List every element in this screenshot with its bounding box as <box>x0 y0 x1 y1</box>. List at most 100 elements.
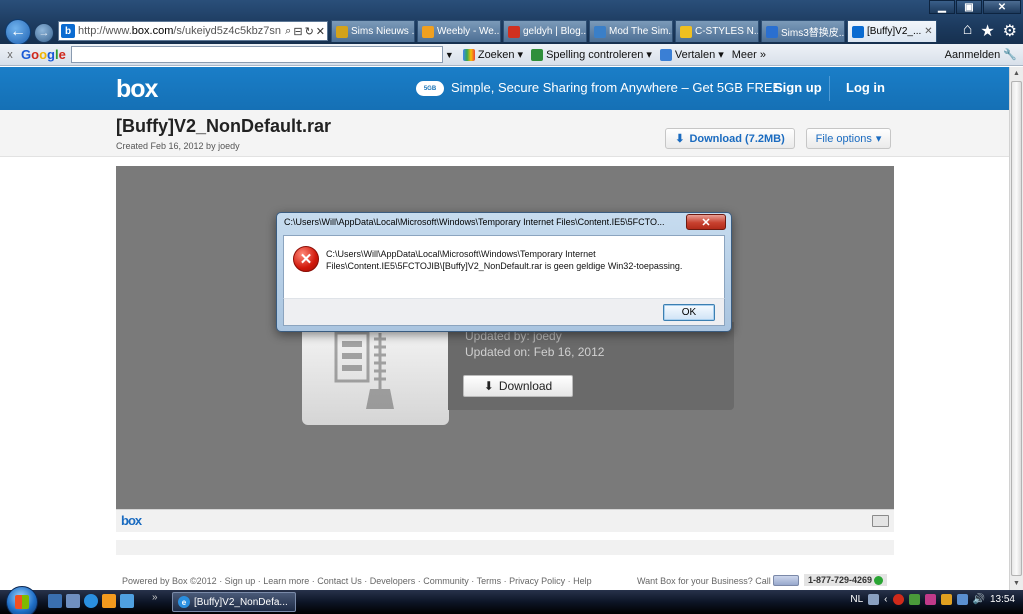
network-icon[interactable] <box>120 594 134 608</box>
tab-label: [Buffy]V2_... <box>867 26 922 37</box>
antivirus-icon[interactable] <box>924 594 936 605</box>
preview-footer: box <box>116 509 894 532</box>
start-button[interactable] <box>6 586 38 614</box>
stop-icon[interactable]: ✕ <box>316 25 325 38</box>
dialog-close-button[interactable]: ✕ <box>686 214 726 230</box>
network-icon[interactable] <box>956 594 968 605</box>
footer-links[interactable]: Powered by Box ©2012 · Sign up · Learn m… <box>122 576 592 586</box>
tab-favicon-icon <box>336 25 348 38</box>
tab-label: geldyh | Blog... <box>523 26 587 37</box>
spellcheck-icon <box>531 48 544 61</box>
spellcheck-button[interactable]: Spelling controleren ▾ <box>531 48 652 61</box>
login-button[interactable]: Aanmelden 🔧 <box>945 48 1017 62</box>
show-desktop-icon[interactable] <box>48 594 62 608</box>
phone-number: 1-877-729-4269 <box>804 574 888 587</box>
google-g-icon <box>462 48 475 61</box>
tab-favicon-icon <box>766 25 778 38</box>
fullscreen-icon[interactable] <box>872 515 889 527</box>
security-alert-icon[interactable] <box>892 594 904 605</box>
search-icon[interactable]: ⌕ <box>285 25 291 38</box>
windows-logo-icon <box>15 595 29 609</box>
tab-label: Mod The Sim... <box>609 26 673 37</box>
refresh-icon[interactable]: ↻ <box>305 25 314 38</box>
browser-tab[interactable]: Weebly - We... <box>417 20 501 42</box>
vertical-scrollbar[interactable]: ▲ ▼ <box>1009 67 1023 590</box>
arrow-left-icon: ← <box>10 23 26 40</box>
update-icon[interactable] <box>940 594 952 605</box>
internet-explorer-icon[interactable] <box>84 594 98 608</box>
cloud-icon: 5GB <box>416 81 444 96</box>
browser-tab[interactable]: geldyh | Blog... <box>503 20 587 42</box>
clock[interactable]: 13:54 <box>990 594 1015 605</box>
favorites-star-icon[interactable]: ★ <box>980 21 994 41</box>
box-logo-small[interactable]: box <box>121 513 142 528</box>
file-options-button[interactable]: File options ▾ <box>806 128 891 149</box>
keyboard-icon[interactable] <box>868 594 880 605</box>
address-bar[interactable]: b http://www.box.com/s/ukeiyd5z4c5kbz7sn… <box>58 21 328 41</box>
search-button[interactable]: Zoeken ▾ <box>462 48 523 61</box>
browser-tab[interactable]: Mod The Sim... <box>589 20 673 42</box>
box-logo[interactable]: box <box>116 75 158 104</box>
forward-button[interactable]: → <box>34 23 54 43</box>
tools-gear-icon[interactable]: ⚙ <box>1003 21 1017 41</box>
tab-label: Sims3替换皮... <box>781 28 845 39</box>
file-info-bar: [Buffy]V2_NonDefault.rar Created Feb 16,… <box>0 110 1009 157</box>
taskbar-window-button[interactable]: e [Buffy]V2_NonDefa... <box>172 592 296 612</box>
compatibility-view-icon[interactable]: ⊟ <box>293 25 302 38</box>
chevron-down-icon[interactable]: ▼ <box>445 50 455 60</box>
page-footer: Powered by Box ©2012 · Sign up · Learn m… <box>0 574 1009 590</box>
download-button[interactable]: ⬇ Download (7.2MB) <box>665 128 795 149</box>
quick-launch-more-icon[interactable]: » <box>152 592 158 603</box>
country-flag-dropdown[interactable] <box>773 575 799 586</box>
media-player-icon[interactable] <box>102 594 116 608</box>
arrow-right-icon: → <box>38 27 50 39</box>
browser-tab[interactable]: Sims Nieuws ... <box>331 20 415 42</box>
internet-explorer-icon: e <box>178 596 190 608</box>
volume-icon[interactable]: 🔊 <box>973 594 985 605</box>
browser-tab[interactable]: Sims3替换皮... <box>761 20 845 42</box>
browser-title-bar: ▁ ▣ ✕ ← → b http://www.box.com/s/ukeiyd5… <box>0 0 1023 45</box>
scroll-up-icon[interactable]: ▲ <box>1010 67 1023 80</box>
promo-text[interactable]: Simple, Secure Sharing from Anywhere – G… <box>451 80 781 95</box>
signup-link[interactable]: Sign up <box>774 80 822 95</box>
ok-button[interactable]: OK <box>663 304 715 321</box>
dialog-title: C:\Users\Will\AppData\Local\Microsoft\Wi… <box>284 217 665 227</box>
translate-icon <box>659 48 672 61</box>
app-tray-icon[interactable] <box>908 594 920 605</box>
close-window-button[interactable]: ✕ <box>983 0 1021 14</box>
url-text[interactable]: http://www.box.com/s/ukeiyd5z4c5kbz7sn <box>78 25 285 37</box>
download-arrow-icon: ⬇ <box>675 133 685 145</box>
back-button[interactable]: ← <box>5 19 31 45</box>
home-icon[interactable]: ⌂ <box>963 21 973 41</box>
translate-button[interactable]: Vertalen ▾ <box>659 48 724 61</box>
maximize-button[interactable]: ▣ <box>956 0 982 14</box>
browser-tab[interactable]: [Buffy]V2_... ✕ <box>847 20 937 42</box>
scroll-down-icon[interactable]: ▼ <box>1010 577 1023 590</box>
login-link[interactable]: Log in <box>846 80 885 95</box>
error-message-line-2: Files\Content.IE5\5FCTOJIB\[Buffy]V2_Non… <box>326 261 683 271</box>
language-indicator[interactable]: NL <box>850 594 863 605</box>
minimize-button[interactable]: ▁ <box>929 0 955 14</box>
browser-command-icons: ⌂ ★ ⚙ <box>963 21 1017 41</box>
browser-tab[interactable]: C-STYLES N... <box>675 20 759 42</box>
tab-label: C-STYLES N... <box>695 26 759 37</box>
tab-favicon-icon <box>680 25 692 38</box>
phone-icon <box>874 576 884 586</box>
error-icon: ✕ <box>293 246 319 272</box>
more-button[interactable]: Meer » <box>732 49 766 61</box>
google-search-input[interactable] <box>70 46 443 63</box>
panel-download-button[interactable]: ⬇ Download <box>463 375 573 397</box>
taskbar: » e [Buffy]V2_NonDefa... NL ‹ 🔊 13:54 <box>0 586 1023 614</box>
tab-favicon-icon <box>594 25 606 38</box>
download-arrow-icon: ⬇ <box>483 379 494 393</box>
quick-launch <box>48 594 134 608</box>
close-tab-icon[interactable]: ✕ <box>924 26 932 37</box>
error-message-line-1: C:\Users\Will\AppData\Local\Microsoft\Wi… <box>326 249 596 259</box>
scrollbar-thumb[interactable] <box>1011 81 1022 576</box>
close-toolbar-icon[interactable]: x <box>3 49 17 61</box>
header-divider <box>829 76 830 101</box>
switch-windows-icon[interactable] <box>66 594 80 608</box>
google-logo: Google <box>21 47 66 62</box>
tray-expand-icon[interactable]: ‹ <box>884 594 887 605</box>
tab-favicon-icon <box>422 25 434 38</box>
